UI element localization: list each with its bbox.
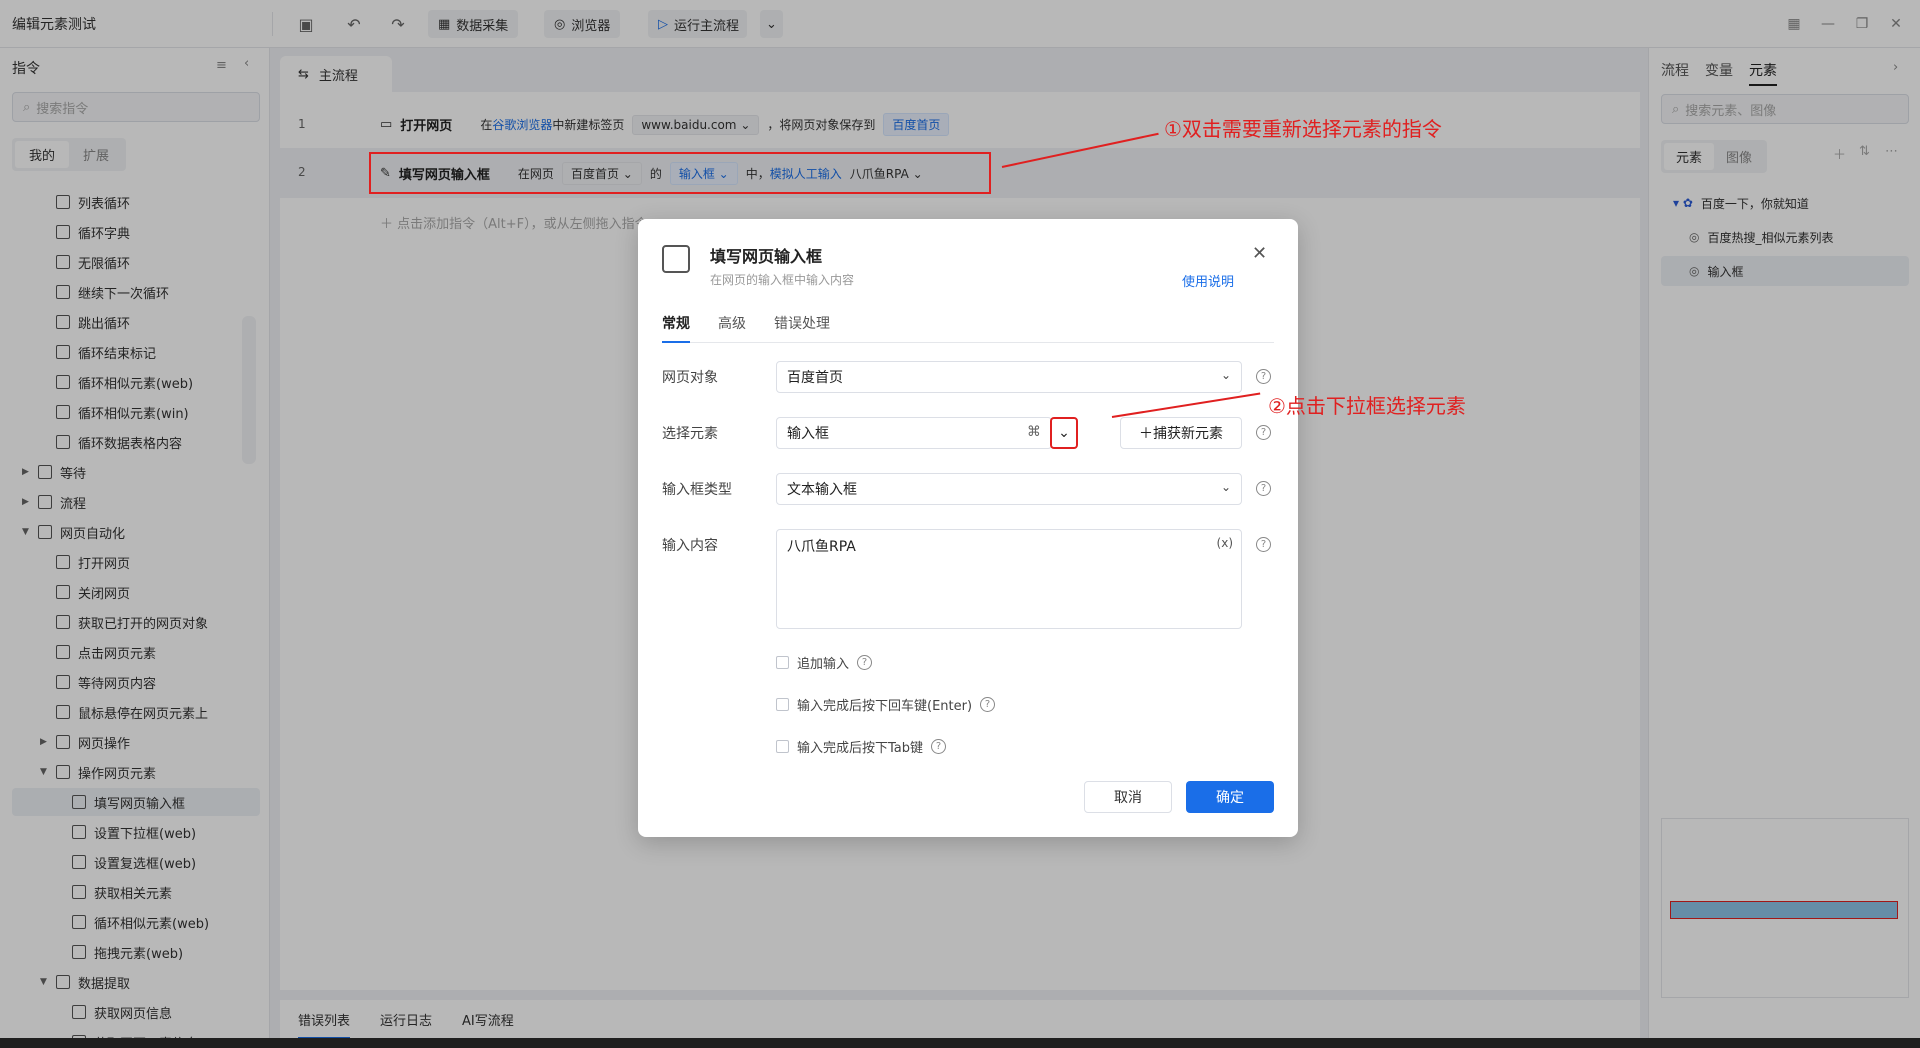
tab-error-handling[interactable]: 错误处理 [774, 309, 830, 342]
field-label: 输入内容 [662, 538, 718, 554]
checkbox[interactable] [776, 656, 789, 669]
page-object-select[interactable]: 百度首页 ⌄ [776, 361, 1242, 393]
fill-input-dialog: 填写网页输入框 在网页的输入框中输入内容 ✕ 使用说明 常规 高级 错误处理 网… [638, 219, 1298, 837]
edit-element-icon[interactable]: ⌘ [1027, 424, 1041, 440]
help-icon[interactable]: ? [1256, 425, 1271, 440]
checkbox-label: 输入完成后按下Tab键 [797, 741, 924, 756]
help-link[interactable]: 使用说明 [1182, 271, 1234, 290]
element-select[interactable]: 输入框 ⌘ [776, 417, 1052, 449]
tab-general[interactable]: 常规 [662, 309, 690, 343]
checkbox[interactable] [776, 698, 789, 711]
tab-advanced[interactable]: 高级 [718, 309, 746, 342]
page-object-value: 百度首页 [787, 370, 843, 386]
dialog-title: 填写网页输入框 [710, 247, 823, 266]
help-icon[interactable]: ? [1256, 537, 1271, 552]
input-type-value: 文本输入框 [787, 482, 857, 498]
content-value: 八爪鱼RPA [787, 539, 856, 555]
cancel-button[interactable]: 取消 [1084, 781, 1172, 813]
element-value: 输入框 [787, 426, 829, 442]
chevron-down-icon: ⌄ [1220, 480, 1231, 494]
dialog-subtitle: 在网页的输入框中输入内容 [710, 273, 855, 287]
field-label: 网页对象 [662, 370, 718, 386]
dialog-tabs: 常规 高级 错误处理 [662, 309, 1274, 343]
chevron-down-icon: ⌄ [1220, 368, 1231, 382]
annotation-2: ②点击下拉框选择元素 [1268, 394, 1466, 418]
chevron-down-icon: ⌄ [1058, 425, 1070, 441]
annotation-1: ①双击需要重新选择元素的指令 [1164, 117, 1442, 141]
input-type-select[interactable]: 文本输入框 ⌄ [776, 473, 1242, 505]
help-icon[interactable]: ? [931, 739, 947, 754]
checkbox-enter[interactable]: 输入完成后按下回车键(Enter) ? [776, 695, 996, 714]
checkbox-label: 追加输入 [797, 657, 850, 672]
checkbox-label: 输入完成后按下回车键(Enter) [797, 699, 973, 714]
field-label: 输入框类型 [662, 482, 732, 498]
field-label: 选择元素 [662, 426, 718, 442]
checkbox-tab[interactable]: 输入完成后按下Tab键 ? [776, 737, 947, 756]
checkbox-append[interactable]: 追加输入 ? [776, 653, 873, 672]
help-icon[interactable]: ? [1256, 369, 1271, 384]
capture-element-button[interactable]: ＋ 捕获新元素 [1120, 417, 1242, 449]
ok-button[interactable]: 确定 [1186, 781, 1274, 813]
dialog-icon [662, 245, 690, 273]
checkbox[interactable] [776, 740, 789, 753]
help-icon[interactable]: ? [857, 655, 873, 670]
highlight-box-row [369, 152, 991, 194]
variable-insert-button[interactable]: (x) [1217, 536, 1233, 550]
help-icon[interactable]: ? [1256, 481, 1271, 496]
plus-icon: ＋ [1139, 426, 1153, 442]
element-dropdown-button[interactable]: ⌄ [1050, 417, 1078, 449]
content-textarea[interactable]: 八爪鱼RPA (x) [776, 529, 1242, 629]
capture-label: 捕获新元素 [1153, 426, 1223, 442]
close-icon[interactable]: ✕ [1252, 243, 1267, 264]
help-icon[interactable]: ? [980, 697, 996, 712]
